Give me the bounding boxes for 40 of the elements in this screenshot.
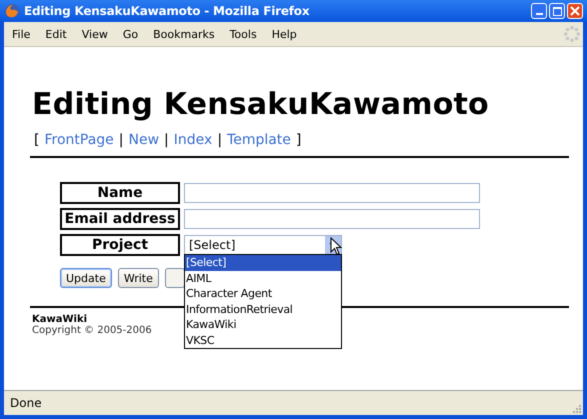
copyright-text: Copyright © 2005-2006 [32, 325, 152, 336]
dropdown-option[interactable]: VKSC [185, 332, 341, 348]
menu-item[interactable]: Go [116, 28, 144, 40]
close-button[interactable] [567, 3, 583, 19]
menu-item[interactable]: View [76, 28, 114, 40]
bracket: ] [296, 132, 302, 148]
menu-item[interactable]: Bookmarks [147, 28, 221, 40]
input-field[interactable] [184, 209, 480, 229]
nav-link[interactable]: FrontPage [44, 132, 114, 148]
window-title: Editing KensakuKawamoto - Mozilla Firefox [24, 4, 310, 18]
dropdown-option[interactable]: InformationRetrieval [185, 302, 341, 317]
throbber-icon [563, 25, 581, 43]
separator: | [118, 132, 124, 148]
bracket: [ [34, 132, 40, 148]
button[interactable] [164, 268, 185, 288]
field-label: Email address [60, 208, 180, 230]
nav-link[interactable]: New [128, 132, 160, 148]
dropdown-option[interactable]: AIML [185, 270, 341, 286]
dropdown-option[interactable]: Character Agent [185, 286, 341, 302]
input-field[interactable] [184, 183, 480, 203]
minimize-button[interactable] [531, 3, 547, 19]
nav-link[interactable]: Index [174, 132, 212, 148]
menu-item[interactable]: Tools [224, 28, 263, 40]
page-heading: Editing KensakuKawamoto [32, 87, 490, 122]
form-button[interactable]: Update [60, 268, 112, 288]
nav-link[interactable]: Template [227, 132, 291, 148]
separator: | [217, 132, 222, 148]
field-label: Name [60, 182, 180, 204]
menu-item[interactable]: Help [266, 28, 303, 40]
footer-site-name: KawaWiki [32, 314, 88, 325]
dropdown-option[interactable]: KawaWiki [185, 317, 341, 332]
maximize-button[interactable] [549, 3, 565, 19]
separator: | [164, 132, 169, 148]
field-label: Project [60, 234, 180, 256]
menu-item[interactable]: Edit [39, 28, 73, 40]
dropdown-option[interactable]: [Select] [185, 255, 341, 270]
status-text: Done [10, 396, 42, 410]
form-button[interactable]: Write [118, 268, 159, 288]
menu-item[interactable]: File [6, 28, 36, 40]
globe-icon [4, 3, 20, 19]
